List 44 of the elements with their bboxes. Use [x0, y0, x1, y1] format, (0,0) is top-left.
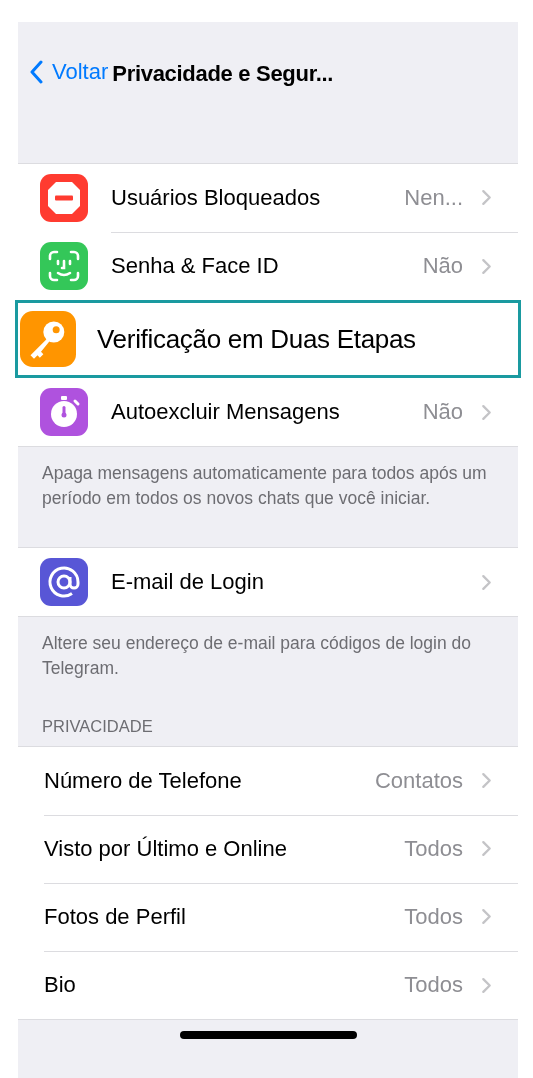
row-value: Todos [404, 972, 463, 998]
back-button[interactable]: Voltar [30, 59, 109, 85]
row-value: Não [422, 253, 463, 279]
chevron-icon [481, 908, 492, 925]
row-label: Autoexcluir Mensagens [111, 399, 341, 425]
list-row[interactable]: Visto por Último e Online Todos [18, 815, 518, 883]
row-label: Bio [44, 972, 77, 998]
chevron-icon [481, 840, 492, 857]
row-value: Não [422, 399, 463, 425]
back-chevron-icon [30, 59, 44, 85]
row-label: Visto por Último e Online [44, 835, 288, 862]
section-header: PRIVACIDADE [41, 717, 154, 737]
list-row[interactable]: Autoexcluir Mensagens Não [18, 378, 518, 446]
highlighted-row[interactable]: Verificação em Duas Etapas [15, 300, 521, 378]
list-row[interactable]: Número de Telefone Contatos [18, 747, 518, 815]
chevron-icon [481, 403, 492, 421]
face-id-icon [40, 242, 88, 290]
row-label: Senha & Face ID [111, 253, 280, 279]
row-label: Número de Telefone [44, 767, 243, 794]
stopwatch-icon [40, 388, 88, 436]
key-icon [20, 311, 76, 367]
section-footer: Apaga mensagens automaticamente para todos após um período em todos os novos chats que você iniciar. [18, 447, 518, 547]
row-value: Todos [404, 903, 463, 930]
list-row[interactable]: Senha & Face ID Não [18, 232, 518, 300]
chevron-icon [481, 257, 492, 275]
row-label: Fotos de Perfil [44, 903, 187, 930]
list-row[interactable]: Bio Todos [18, 951, 518, 1019]
at-sign-icon [40, 558, 88, 606]
list-row[interactable]: Usuários Bloqueados Nen... [18, 164, 518, 232]
list-row[interactable]: E-mail de Login [18, 548, 518, 616]
row-label: E-mail de Login [111, 569, 265, 595]
chevron-icon [481, 189, 492, 206]
screen-title: Privacidade e Segur... [112, 60, 334, 88]
row-value: Nen... [404, 184, 463, 211]
chevron-icon [481, 573, 492, 591]
chevron-icon [481, 772, 492, 789]
section-footer: Altere seu endereço de e-mail para códigos de login do Telegram. [18, 617, 518, 717]
row-value: Todos [404, 835, 463, 862]
list-row[interactable]: Fotos de Perfil Todos [18, 883, 518, 951]
row-label: Verificação em Duas Etapas [97, 323, 417, 355]
row-value: Contatos [374, 767, 463, 794]
row-label: Usuários Bloqueados [111, 184, 322, 211]
blocked-icon [40, 174, 88, 222]
chevron-icon [481, 976, 492, 994]
